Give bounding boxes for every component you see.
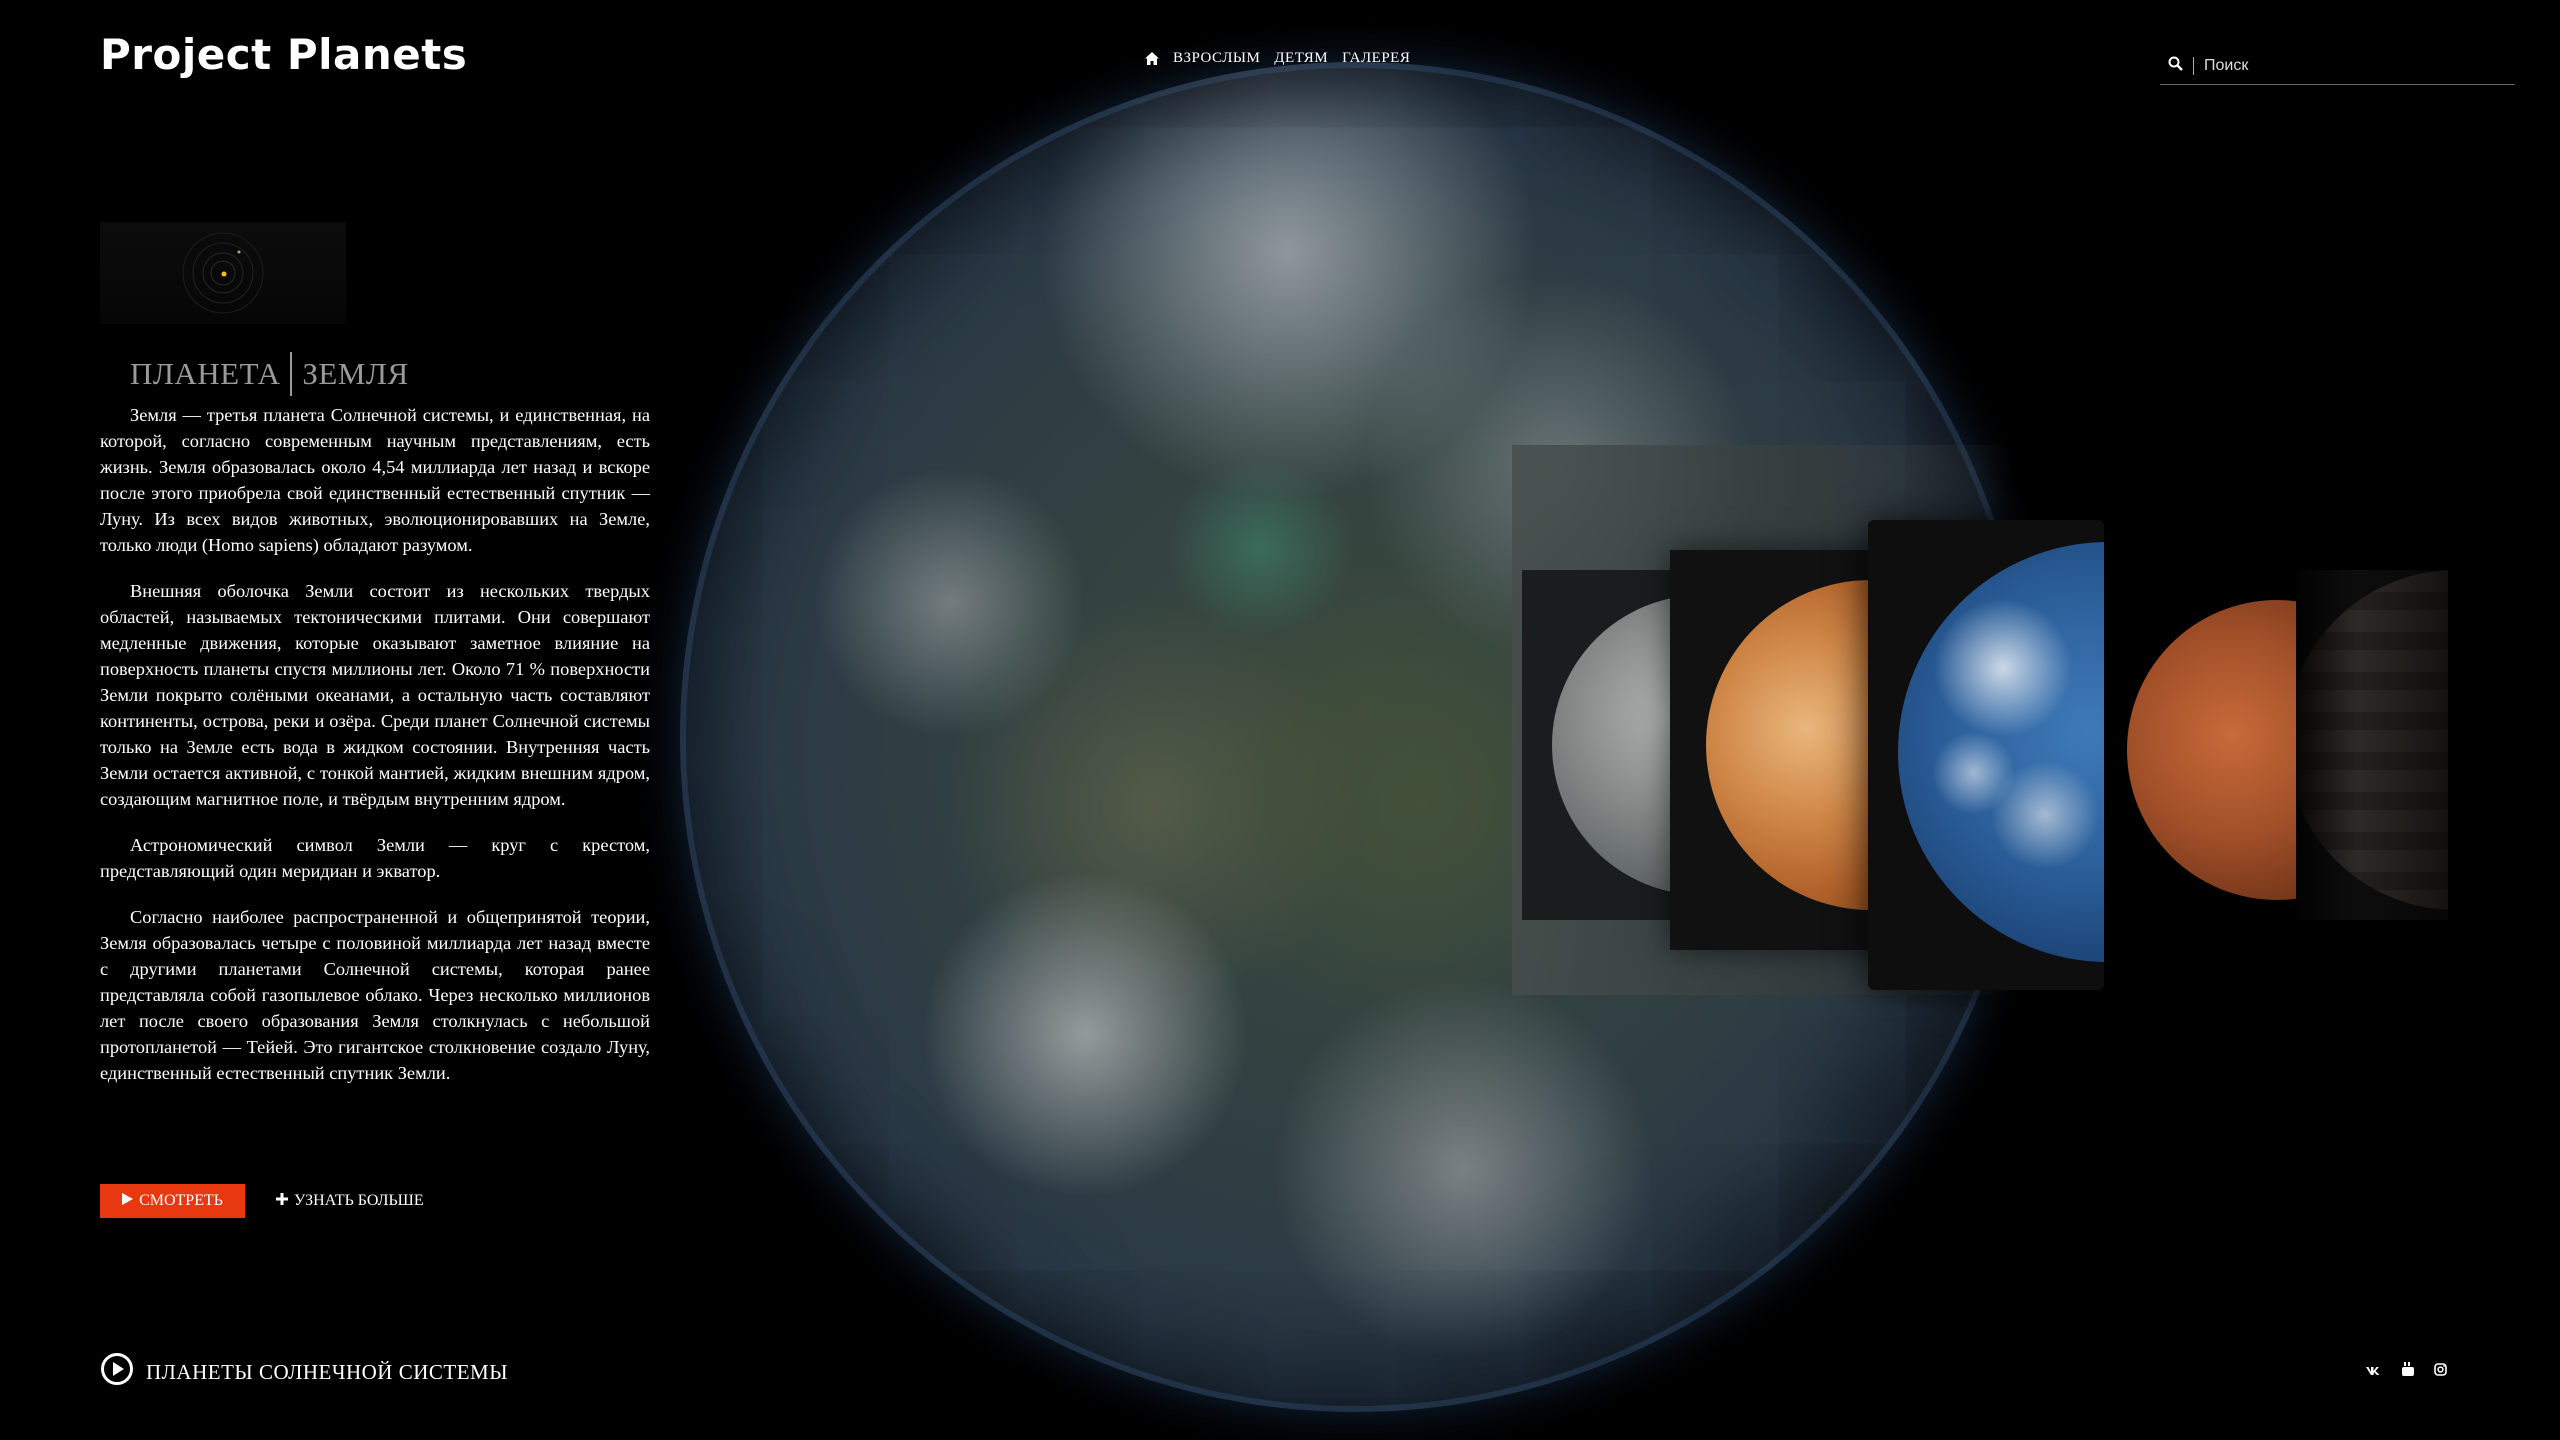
planet-name: ЗЕМЛЯ	[302, 356, 409, 391]
description-paragraph: Астрономический символ Земли — круг с кр…	[100, 835, 650, 881]
solar-system-link-label: ПЛАНЕТЫ СОЛНЕЧНОЙ СИСТЕМЫ	[146, 1359, 509, 1384]
learn-more-button[interactable]: УЗНАТЬ БОЛЬШЕ	[276, 1184, 424, 1218]
search-icon[interactable]	[2168, 56, 2183, 76]
description-paragraph: Земля — третья планета Солнечной системы…	[100, 405, 650, 555]
carousel-card-venus[interactable]	[1670, 550, 1900, 950]
instagram-icon[interactable]	[2434, 1362, 2447, 1379]
youtube-icon[interactable]	[2402, 1362, 2414, 1379]
description-paragraph: Согласно наиболее распространенной и общ…	[100, 907, 650, 1083]
vk-icon[interactable]	[2366, 1363, 2382, 1379]
mars-image	[2127, 600, 2300, 900]
earth-image	[1898, 542, 2104, 962]
carousel-card-jupiter[interactable]	[2296, 570, 2448, 920]
carousel-card-earth[interactable]	[1868, 520, 2104, 990]
solar-system-thumbnail[interactable]	[100, 222, 346, 324]
nav-item-gallery[interactable]: ГАЛЕРЕЯ	[1342, 50, 1410, 67]
planet-description: Земля — третья планета Солнечной системы…	[100, 402, 650, 1106]
jupiter-shade	[2296, 570, 2448, 920]
social-links	[2366, 1362, 2447, 1379]
watch-button-label: СМОТРЕТЬ	[139, 1192, 223, 1209]
planet-label: ПЛАНЕТА	[130, 356, 281, 391]
search-bar	[2160, 48, 2515, 85]
planet-title: ПЛАНЕТА ЗЕМЛЯ	[130, 352, 409, 396]
title-divider	[290, 352, 293, 396]
nav-item-adults[interactable]: ВЗРОСЛЫМ	[1173, 50, 1260, 67]
plus-icon	[276, 1192, 288, 1210]
watch-button[interactable]: СМОТРЕТЬ	[100, 1184, 245, 1218]
search-separator	[2193, 57, 2194, 75]
main-nav: ВЗРОСЛЫМ ДЕТЯМ ГАЛЕРЕЯ	[1145, 50, 1410, 67]
carousel-card-mars[interactable]	[2124, 570, 2300, 920]
site-logo[interactable]: Project Planets	[100, 30, 467, 79]
solar-system-link[interactable]: ПЛАНЕТЫ СОЛНЕЧНОЙ СИСТЕМЫ	[100, 1352, 508, 1392]
search-input[interactable]	[2202, 56, 2486, 76]
home-icon[interactable]	[1145, 52, 1159, 65]
play-circle-icon	[100, 1352, 134, 1392]
learn-more-label: УЗНАТЬ БОЛЬШЕ	[294, 1192, 424, 1209]
play-icon	[122, 1192, 134, 1210]
description-paragraph: Внешняя оболочка Земли состоит из нескол…	[100, 581, 650, 809]
nav-item-kids[interactable]: ДЕТЯМ	[1274, 50, 1328, 67]
